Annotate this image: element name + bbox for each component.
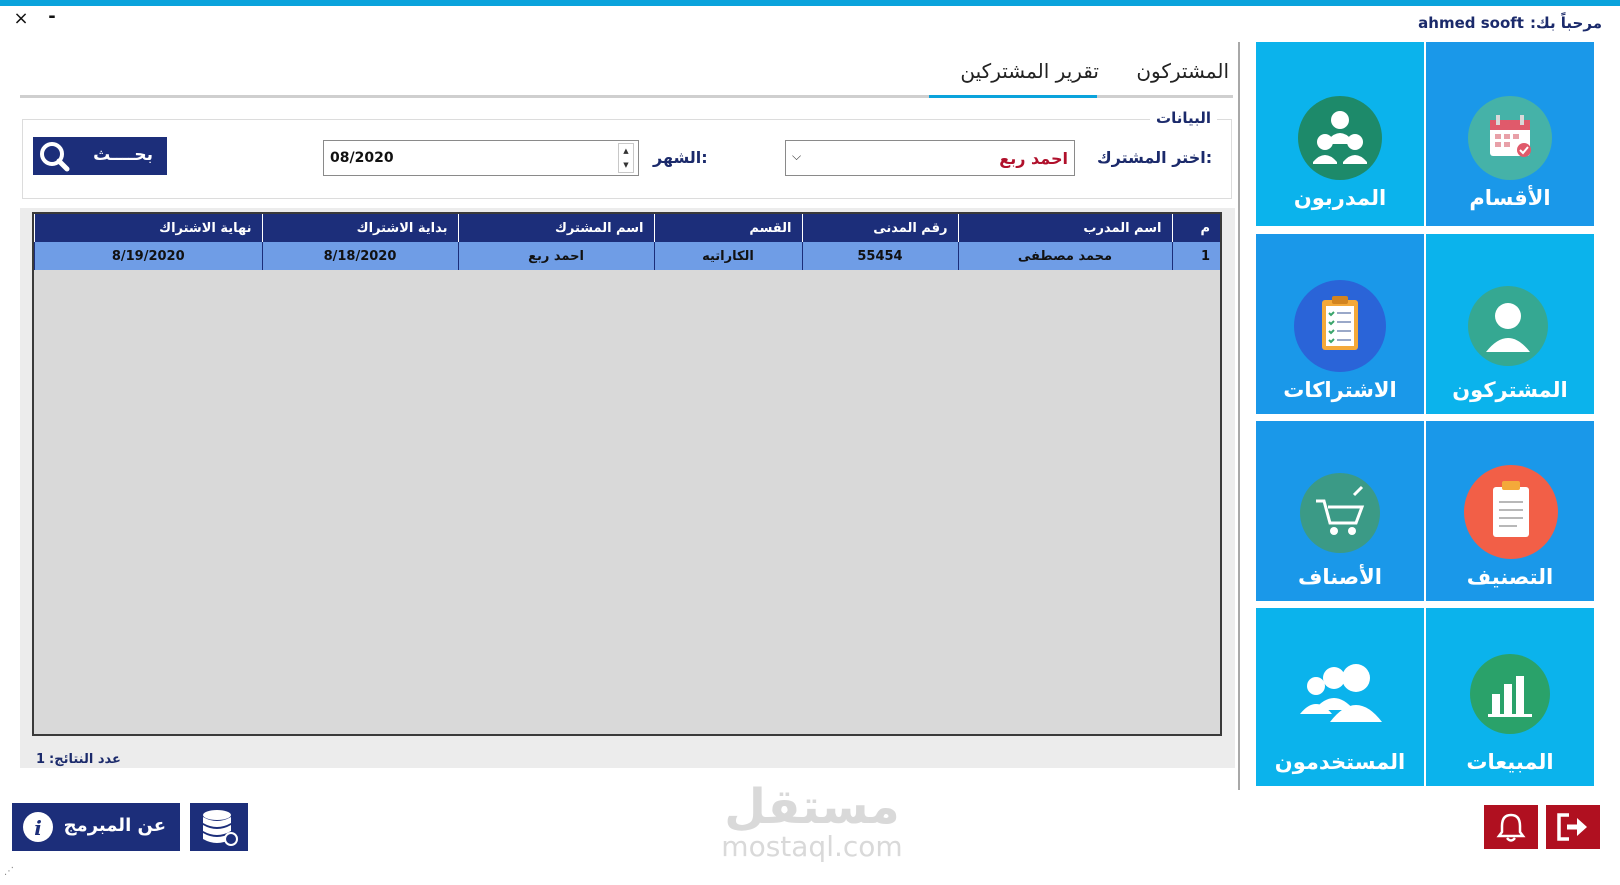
results-table: م اسم المدرب رقم المدنى القسم اسم المشتر… (34, 214, 1220, 270)
tile-subscribers-label: المشتركون (1452, 378, 1568, 402)
subscriber-select[interactable]: احمد ربع ⌵ (785, 140, 1075, 176)
month-value: 08/2020 (330, 150, 394, 166)
title-accent-bar (0, 0, 1620, 6)
cell-index: 1 (1171, 242, 1220, 270)
clipboard-checklist-icon (1294, 280, 1386, 372)
bar-chart-icon (1470, 654, 1550, 734)
close-icon[interactable]: × (12, 10, 30, 28)
results-panel: م اسم المدرب رقم المدنى القسم اسم المشتر… (20, 208, 1235, 768)
notifications-button[interactable] (1484, 805, 1538, 849)
results-grid[interactable]: م اسم المدرب رقم المدنى القسم اسم المشتر… (32, 212, 1222, 736)
tile-trainers[interactable]: المدربون (1256, 42, 1424, 226)
tile-departments[interactable]: الأقسام (1426, 42, 1594, 226)
username: ahmed sooft (1418, 14, 1524, 32)
tile-classification[interactable]: التصنيف (1426, 421, 1594, 601)
table-row[interactable]: 1 محمد مصطفى 55454 الكاراتيه احمد ربع 8/… (34, 242, 1220, 270)
search-button[interactable]: بحــــث (33, 137, 167, 175)
tab-active-indicator (929, 95, 1097, 98)
cell-end: 8/19/2020 (34, 242, 262, 270)
logout-icon (1555, 811, 1591, 843)
welcome-text: مرحباً بك: ahmed sooft (1418, 14, 1602, 32)
results-count-value: 1 (36, 752, 46, 767)
watermark-latin: mostaql.com (721, 830, 903, 863)
watermark: مستقل mostaql.com (712, 782, 912, 862)
search-icon (37, 140, 73, 172)
tile-trainers-label: المدربون (1293, 186, 1387, 210)
app-window: × - مرحباً بك: ahmed sooft الأقسام المدر… (0, 0, 1620, 885)
user-icon (1468, 286, 1548, 366)
cell-start: 8/18/2020 (261, 242, 458, 270)
trainers-group-icon (1298, 96, 1382, 180)
col-header-subscriber[interactable]: اسم المشترك (457, 214, 654, 242)
results-count-label: عدد النتائج: (49, 752, 121, 767)
month-spinner[interactable]: ▲ ▼ (618, 143, 634, 173)
results-count: عدد النتائج: 1 (36, 752, 121, 767)
cell-department: الكاراتيه (653, 242, 802, 270)
tile-subscriptions-label: الاشتراكات (1283, 378, 1397, 402)
col-header-civil-id[interactable]: رقم المدنى (801, 214, 958, 242)
calendar-icon (1468, 96, 1552, 180)
tile-items-label: الأصناف (1298, 565, 1382, 589)
tile-sales-label: المبيعات (1466, 750, 1554, 774)
group-title: البيانات (1150, 109, 1217, 127)
shopping-cart-icon (1300, 473, 1380, 553)
users-icon (1296, 658, 1386, 734)
tile-classification-label: التصنيف (1466, 565, 1554, 589)
svg-text:i: i (34, 816, 42, 840)
tile-departments-label: الأقسام (1469, 186, 1551, 210)
database-icon (199, 807, 239, 847)
tile-subscriptions[interactable]: الاشتراكات (1256, 234, 1424, 414)
tile-users[interactable]: المستخدمون (1256, 608, 1424, 786)
spinner-down-icon[interactable]: ▼ (619, 158, 633, 172)
cell-subscriber: احمد ربع (457, 242, 654, 270)
table-header-row: م اسم المدرب رقم المدنى القسم اسم المشتر… (34, 214, 1220, 242)
col-header-end[interactable]: نهاية الاشتراك (34, 214, 262, 242)
about-developer-label: عن المبرمج (63, 815, 166, 836)
minimize-icon[interactable]: - (44, 8, 60, 26)
welcome-prefix: مرحباً بك: (1529, 14, 1602, 32)
chevron-down-icon: ⌵ (792, 149, 802, 163)
panel-divider (1238, 42, 1240, 790)
col-header-trainer[interactable]: اسم المدرب (957, 214, 1172, 242)
logout-button[interactable] (1546, 805, 1600, 849)
tile-sales[interactable]: المبيعات (1426, 608, 1594, 786)
subscriber-value: احمد ربع (999, 149, 1068, 168)
col-header-index[interactable]: م (1171, 214, 1220, 242)
spinner-up-icon[interactable]: ▲ (619, 144, 633, 158)
tab-bar: المشتركون تقرير المشتركين (20, 56, 1233, 98)
tile-items[interactable]: الأصناف (1256, 421, 1424, 601)
database-backup-button[interactable] (190, 803, 248, 851)
watermark-arabic: مستقل (724, 779, 900, 835)
tile-subscribers[interactable]: المشتركون (1426, 234, 1594, 414)
about-developer-button[interactable]: i عن المبرمج (12, 803, 180, 851)
tab-subscribers-report[interactable]: تقرير المشتركين (960, 56, 1099, 98)
month-input[interactable]: 08/2020 ▲ ▼ (323, 140, 639, 176)
cell-civil-id: 55454 (801, 242, 958, 270)
data-groupbox: البيانات بحــــث 08/2020 ▲ ▼ الشهر: احمد… (22, 109, 1232, 199)
col-header-start[interactable]: بداية الاشتراك (261, 214, 458, 242)
search-button-label: بحــــث (93, 145, 153, 165)
document-icon (1464, 465, 1558, 559)
cell-trainer: محمد مصطفى (957, 242, 1172, 270)
col-header-department[interactable]: القسم (653, 214, 802, 242)
month-label: الشهر: (653, 148, 708, 167)
bell-icon (1495, 811, 1527, 843)
tab-subscribers[interactable]: المشتركون (1136, 56, 1229, 98)
info-icon: i (22, 811, 54, 843)
tile-users-label: المستخدمون (1274, 750, 1406, 774)
subscriber-label: اختر المشترك: (1097, 148, 1213, 167)
resize-grip-icon[interactable]: ⋰ (4, 866, 14, 877)
